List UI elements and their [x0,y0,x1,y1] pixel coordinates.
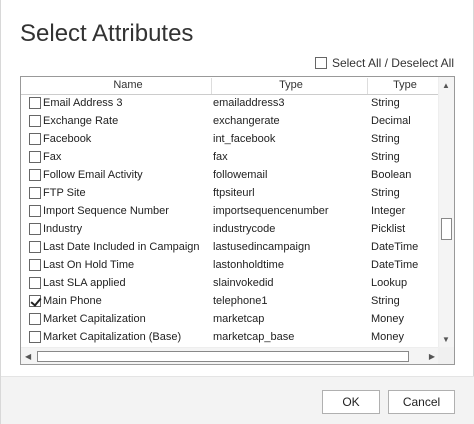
attribute-type: Integer [371,205,406,217]
horizontal-scroll-thumb[interactable] [37,351,409,362]
select-all-label: Select All / Deselect All [331,56,454,70]
column-header-type[interactable]: Type [371,79,439,91]
attribute-name: Import Sequence Number [43,205,169,217]
attribute-logical-name: exchangerate [213,115,280,127]
scrollbar-corner [438,347,454,364]
attribute-type: String [371,151,400,163]
attribute-name: Industry [43,223,83,235]
attribute-type: String [371,97,400,109]
table-row[interactable]: Fax fax String [21,149,439,167]
cancel-button[interactable]: Cancel [388,390,455,414]
attribute-name: Email Address 3 [43,97,123,109]
attribute-logical-name: marketcap_base [213,331,295,343]
dialog-footer: OK Cancel [1,376,474,424]
attribute-logical-name: importsequencenumber [213,205,329,217]
attribute-type: Lookup [371,277,408,289]
row-checkbox[interactable] [29,313,41,325]
table-row[interactable]: Email Address 3 emailaddress3 String [21,95,439,113]
column-header-type-value[interactable]: Type [213,79,369,91]
grid-header: Name Type Type [21,77,439,95]
table-row[interactable]: FTP Site ftpsiteurl String [21,185,439,203]
attribute-name: Facebook [43,133,92,145]
row-checkbox[interactable] [29,187,41,199]
attribute-name: Market Capitalization (Base) [43,331,182,343]
attribute-name: Last SLA applied [43,277,126,289]
table-row[interactable]: Main Phone telephone1 String [21,293,439,311]
row-checkbox[interactable] [29,331,41,343]
table-row[interactable]: Last Date Included in Campaign lastusedin… [21,239,439,257]
attribute-type: String [371,187,400,199]
attribute-name: Last Date Included in Campaign [43,241,200,253]
row-checkbox[interactable] [29,241,41,253]
attribute-name: Follow Email Activity [43,169,143,181]
scroll-left-icon[interactable]: ◀ [25,352,31,361]
attribute-type: Money [371,331,405,343]
scroll-down-icon[interactable]: ▼ [442,335,450,344]
table-row[interactable]: Market Capitalization marketcap Money [21,311,439,329]
attribute-logical-name: lastonholdtime [213,259,284,271]
horizontal-scrollbar[interactable]: ◀ ▶ [21,347,439,364]
attribute-name: FTP Site [43,187,86,199]
attribute-type: DateTime [371,259,419,271]
attribute-logical-name: followemail [213,169,268,181]
table-row[interactable]: Exchange Rate exchangerate Decimal [21,113,439,131]
table-row[interactable]: Last On Hold Time lastonholdtime DateTime [21,257,439,275]
table-row[interactable]: Industry industrycode Picklist [21,221,439,239]
row-checkbox[interactable] [29,133,41,145]
attribute-logical-name: marketcap [213,313,265,325]
table-row[interactable]: Facebook int_facebook String [21,131,439,149]
attribute-type: DateTime [371,241,419,253]
select-all-checkbox[interactable] [314,57,327,69]
select-attributes-dialog: Select Attributes Select All / Deselect … [0,0,474,424]
attribute-type: Decimal [371,115,411,127]
attribute-logical-name: emailaddress3 [213,97,285,109]
row-checkbox[interactable] [29,295,41,307]
attributes-grid: Name Type Type Email Address 3 emailaddre… [20,76,455,365]
table-row[interactable]: Follow Email Activity followemail Boolean [21,167,439,185]
attribute-name: Last On Hold Time [43,259,135,271]
row-checkbox[interactable] [29,169,41,181]
attribute-logical-name: industrycode [213,223,276,235]
vertical-scrollbar[interactable]: ▲ ▼ [438,77,454,348]
table-row[interactable]: Import Sequence Number importsequencenumb… [21,203,439,221]
dialog-title: Select Attributes [20,20,194,47]
vertical-scroll-thumb[interactable] [441,218,452,240]
row-checkbox[interactable] [29,97,41,109]
row-checkbox[interactable] [29,277,41,289]
attribute-logical-name: slainvokedid [213,277,274,289]
attribute-type: Money [371,313,405,325]
attribute-logical-name: ftpsiteurl [213,187,255,199]
attribute-type: Boolean [371,169,412,181]
column-header-name[interactable]: Name [43,79,213,91]
attribute-type: Picklist [371,223,406,235]
attribute-logical-name: lastusedincampaign [213,241,311,253]
attribute-type: String [371,295,400,307]
row-checkbox[interactable] [29,115,41,127]
row-checkbox[interactable] [29,259,41,271]
attribute-name: Main Phone [43,295,102,307]
attribute-type: String [371,133,400,145]
row-checkbox[interactable] [29,205,41,217]
ok-button[interactable]: OK [322,390,380,414]
attribute-logical-name: int_facebook [213,133,276,145]
attribute-name: Market Capitalization [43,313,146,325]
row-checkbox[interactable] [29,151,41,163]
attribute-logical-name: telephone1 [213,295,268,307]
attribute-name: Exchange Rate [43,115,119,127]
scroll-right-icon[interactable]: ▶ [429,352,435,361]
select-all-toggle[interactable]: Select All / Deselect All [314,56,454,70]
attribute-name: Fax [43,151,62,163]
table-row[interactable]: Market Capitalization (Base) marketcap_ba… [21,329,439,347]
table-row[interactable]: Last SLA applied slainvokedid Lookup [21,275,439,293]
row-checkbox[interactable] [29,223,41,235]
attribute-logical-name: fax [213,151,228,163]
scroll-up-icon[interactable]: ▲ [442,81,450,90]
